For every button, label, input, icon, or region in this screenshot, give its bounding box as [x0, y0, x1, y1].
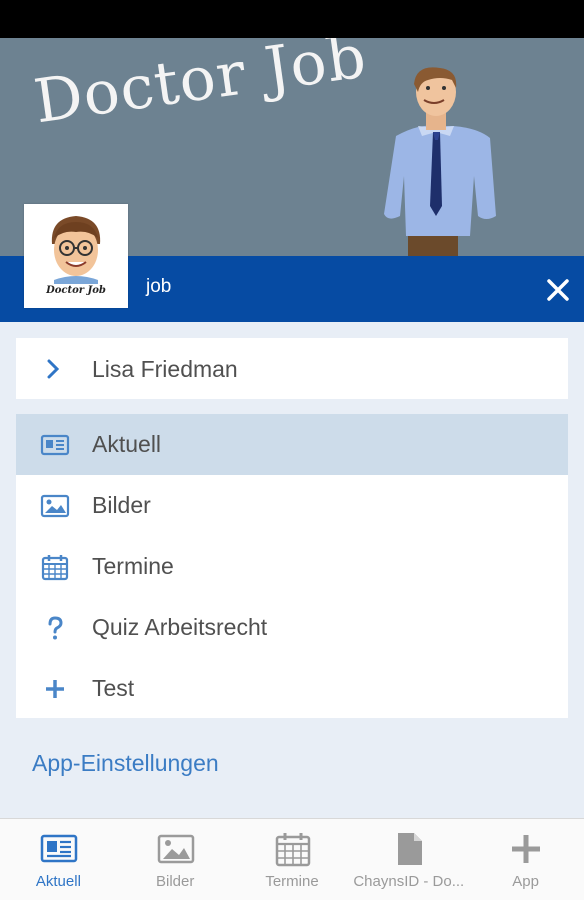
chevron-right-icon	[47, 359, 60, 379]
plus-icon	[46, 680, 64, 698]
page-title: job	[146, 276, 172, 297]
tab-app[interactable]: App	[467, 819, 584, 900]
menu-item-label: Aktuell	[92, 431, 162, 457]
calendar-icon	[275, 833, 310, 867]
header-title: Doctor Job	[30, 38, 371, 138]
image-icon	[157, 834, 195, 864]
tab-bilder[interactable]: Bilder	[117, 819, 234, 900]
menu-item-bilder[interactable]: Bilder	[16, 475, 568, 536]
menu-item-quiz-arbeitsrecht[interactable]: Quiz Arbeitsrecht	[16, 597, 568, 658]
menu-item-label: Bilder	[92, 492, 151, 518]
image-icon	[40, 494, 70, 518]
user-profile-row[interactable]: Lisa Friedman	[16, 338, 568, 399]
menu-item-label: Test	[92, 675, 135, 701]
tab-aktuell[interactable]: Aktuell	[0, 819, 117, 900]
bottom-tab-bar: Aktuell Bilder Termine ChaynsID - Do...	[0, 818, 584, 900]
question-icon	[48, 616, 63, 640]
navigation-menu: Aktuell Bilder Termine Quiz Arbeitsrecht	[16, 414, 568, 718]
menu-item-termine[interactable]: Termine	[16, 536, 568, 597]
avatar-caption: Doctor Job	[46, 285, 106, 296]
status-bar	[0, 0, 584, 38]
businessman-illustration	[384, 67, 496, 256]
app-settings-link[interactable]: App-Einstellungen	[32, 750, 219, 777]
avatar: Doctor Job	[24, 204, 128, 308]
tab-label: Bilder	[156, 873, 195, 890]
tab-label: App	[512, 873, 539, 890]
user-name: Lisa Friedman	[92, 356, 238, 382]
tab-termine[interactable]: Termine	[234, 819, 351, 900]
newspaper-icon	[40, 834, 78, 863]
menu-item-label: Termine	[92, 553, 174, 579]
menu-item-aktuell[interactable]: Aktuell	[16, 414, 568, 475]
tab-label: Aktuell	[35, 873, 81, 890]
close-icon[interactable]	[544, 276, 572, 304]
menu-item-label: Quiz Arbeitsrecht	[92, 614, 268, 640]
tab-chaynsid[interactable]: ChaynsID - Do...	[350, 819, 467, 900]
calendar-icon	[41, 555, 69, 581]
document-icon	[398, 833, 423, 865]
menu-item-test[interactable]: Test	[16, 658, 568, 719]
plus-icon	[512, 835, 541, 863]
tab-label: Termine	[265, 873, 319, 890]
newspaper-icon	[40, 434, 70, 456]
tab-label: ChaynsID - Do...	[353, 873, 465, 890]
